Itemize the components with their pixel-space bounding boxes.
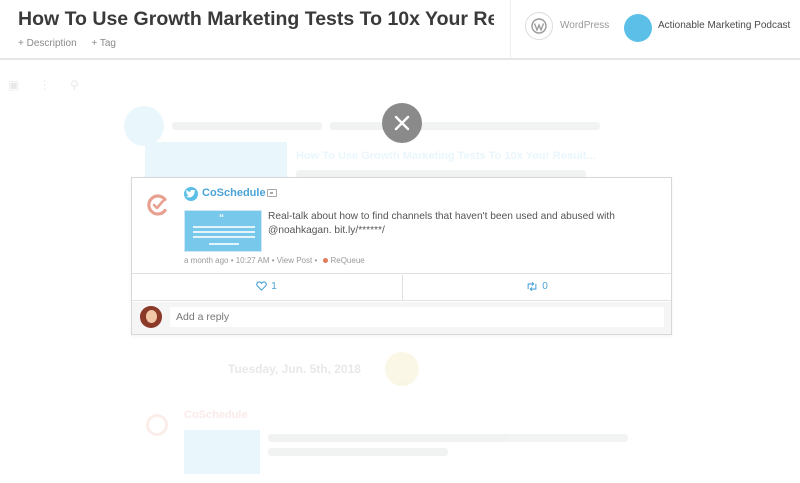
coschedule-logo-icon [146, 414, 168, 436]
page-title[interactable]: How To Use Growth Marketing Tests To 10x… [18, 8, 494, 31]
post-meta: a month ago • 10:27 AM • View Post • ReQ… [184, 256, 365, 265]
thumbnail-text-line [193, 236, 255, 238]
post-detail-card: CoSchedule “ Real-talk about how to find… [131, 177, 672, 335]
background-article-title: How To Use Growth Marketing Tests To 10x… [296, 150, 596, 162]
header-divider [510, 0, 511, 58]
heart-icon [256, 281, 268, 291]
background-line [172, 122, 322, 130]
podcast-label[interactable]: Actionable Marketing Podcast [658, 20, 790, 31]
link-icon [124, 106, 164, 146]
reply-input[interactable] [170, 307, 664, 327]
page: How To Use Growth Marketing Tests To 10x… [0, 0, 800, 483]
background-toolbar: ▣ ⋮ ⚲ [8, 78, 87, 92]
reply-bar [132, 302, 671, 334]
background-thumbnail [184, 430, 260, 474]
thumbnail-text-line [193, 226, 255, 228]
post-time: 10:27 AM [235, 256, 270, 265]
wordpress-icon[interactable] [525, 12, 553, 40]
view-post-link[interactable]: View Post [277, 256, 312, 265]
podcast-avatar[interactable] [624, 14, 652, 42]
background-line [330, 122, 600, 130]
post: CoSchedule “ Real-talk about how to find… [132, 178, 671, 274]
background-date-heading: Tuesday, Jun. 5th, 2018 [228, 362, 361, 376]
retweet-icon [527, 281, 537, 292]
header: How To Use Growth Marketing Tests To 10x… [0, 0, 800, 60]
post-timestamp: a month ago [184, 256, 229, 265]
thumbnail-text-line [193, 231, 255, 233]
image-icon [267, 189, 277, 197]
requeue-icon [323, 258, 329, 264]
media-thumbnail[interactable]: “ [184, 210, 262, 252]
retweet-button[interactable]: 0 [402, 275, 671, 300]
thumbnail-text-line [209, 243, 239, 245]
quote-icon: “ [219, 213, 224, 224]
coschedule-logo-icon [147, 194, 167, 216]
close-icon [394, 115, 410, 131]
background-account-name: CoSchedule [184, 409, 248, 421]
background-line [268, 434, 628, 442]
wordpress-label[interactable]: WordPress [560, 20, 609, 31]
post-text: Real-talk about how to find channels tha… [268, 211, 615, 236]
avatar [140, 306, 162, 328]
add-description-link[interactable]: + Description [18, 38, 77, 49]
avatar-face [146, 310, 157, 323]
like-button[interactable]: 1 [132, 275, 401, 300]
account-name[interactable]: CoSchedule [202, 187, 266, 199]
post-actions: 1 0 [132, 275, 671, 301]
meta-links: + Description + Tag [18, 38, 128, 49]
like-count: 1 [271, 281, 277, 292]
add-tag-link[interactable]: + Tag [91, 38, 116, 49]
background-line [268, 448, 448, 456]
close-button[interactable] [382, 103, 422, 143]
retweet-count: 0 [542, 281, 548, 292]
background-spinner [385, 352, 419, 386]
requeue-link[interactable]: ReQueue [330, 256, 364, 265]
twitter-icon [184, 187, 198, 201]
